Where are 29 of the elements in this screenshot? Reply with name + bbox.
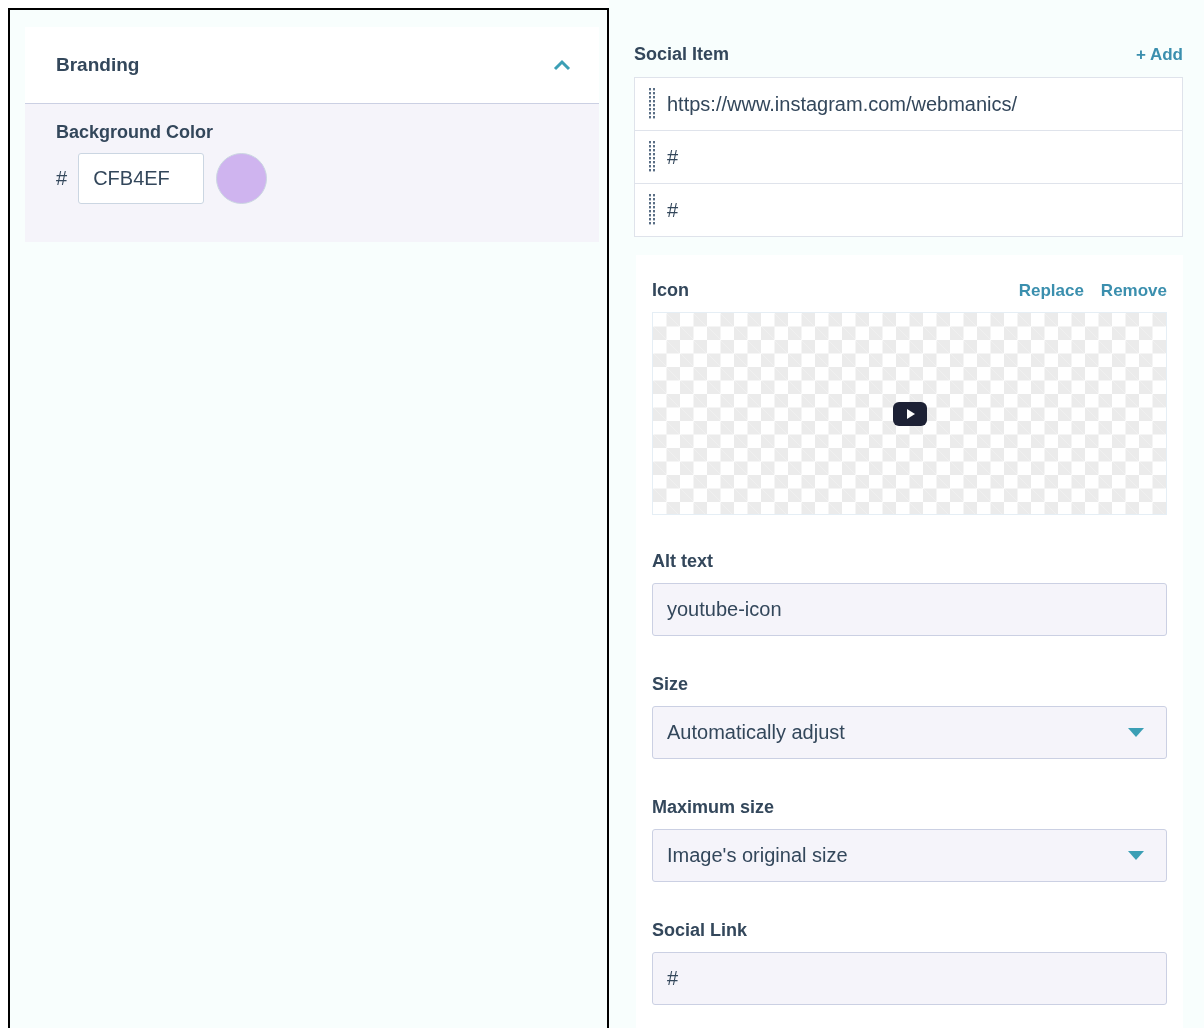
section-label: Social Item <box>634 44 730 65</box>
input-field[interactable]: youtube-icon <box>652 583 1167 636</box>
drag-handle-icon[interactable] <box>649 194 655 226</box>
hash-prefix: # <box>56 167 68 190</box>
field-label: Size <box>652 674 690 695</box>
section-title: Branding <box>56 54 140 76</box>
social-item-text[interactable]: # <box>667 145 679 169</box>
field-label: Maximum size <box>652 797 776 818</box>
field-label: Icon <box>652 280 689 301</box>
social-item-text[interactable]: # <box>667 198 679 222</box>
section-header[interactable]: Branding <box>25 27 599 104</box>
chevron-icon[interactable] <box>553 59 571 71</box>
caret-icon <box>1128 851 1144 860</box>
color-input-field[interactable]: CFB4EF <box>78 153 205 204</box>
color-swatch[interactable] <box>216 153 268 204</box>
social-item-text[interactable]: https://www.instagram.com/webmanics/ <box>667 92 1018 116</box>
field-label: Social Link <box>652 920 749 941</box>
add-link[interactable]: + Add <box>1135 44 1183 65</box>
caret-icon <box>1128 728 1144 737</box>
action-link[interactable]: Remove <box>1100 280 1167 301</box>
dropdown-field[interactable]: Automatically adjust <box>652 706 1167 759</box>
action-link[interactable]: Replace <box>1018 280 1084 301</box>
drag-handle-icon[interactable] <box>649 141 655 173</box>
field-label: Background Color <box>56 122 214 143</box>
drag-handle-icon[interactable] <box>649 88 655 120</box>
play-icon <box>892 401 927 426</box>
dropdown-field[interactable]: Image's original size <box>652 829 1167 882</box>
input-field[interactable]: # <box>652 952 1167 1005</box>
field-label: Alt text <box>652 551 714 572</box>
